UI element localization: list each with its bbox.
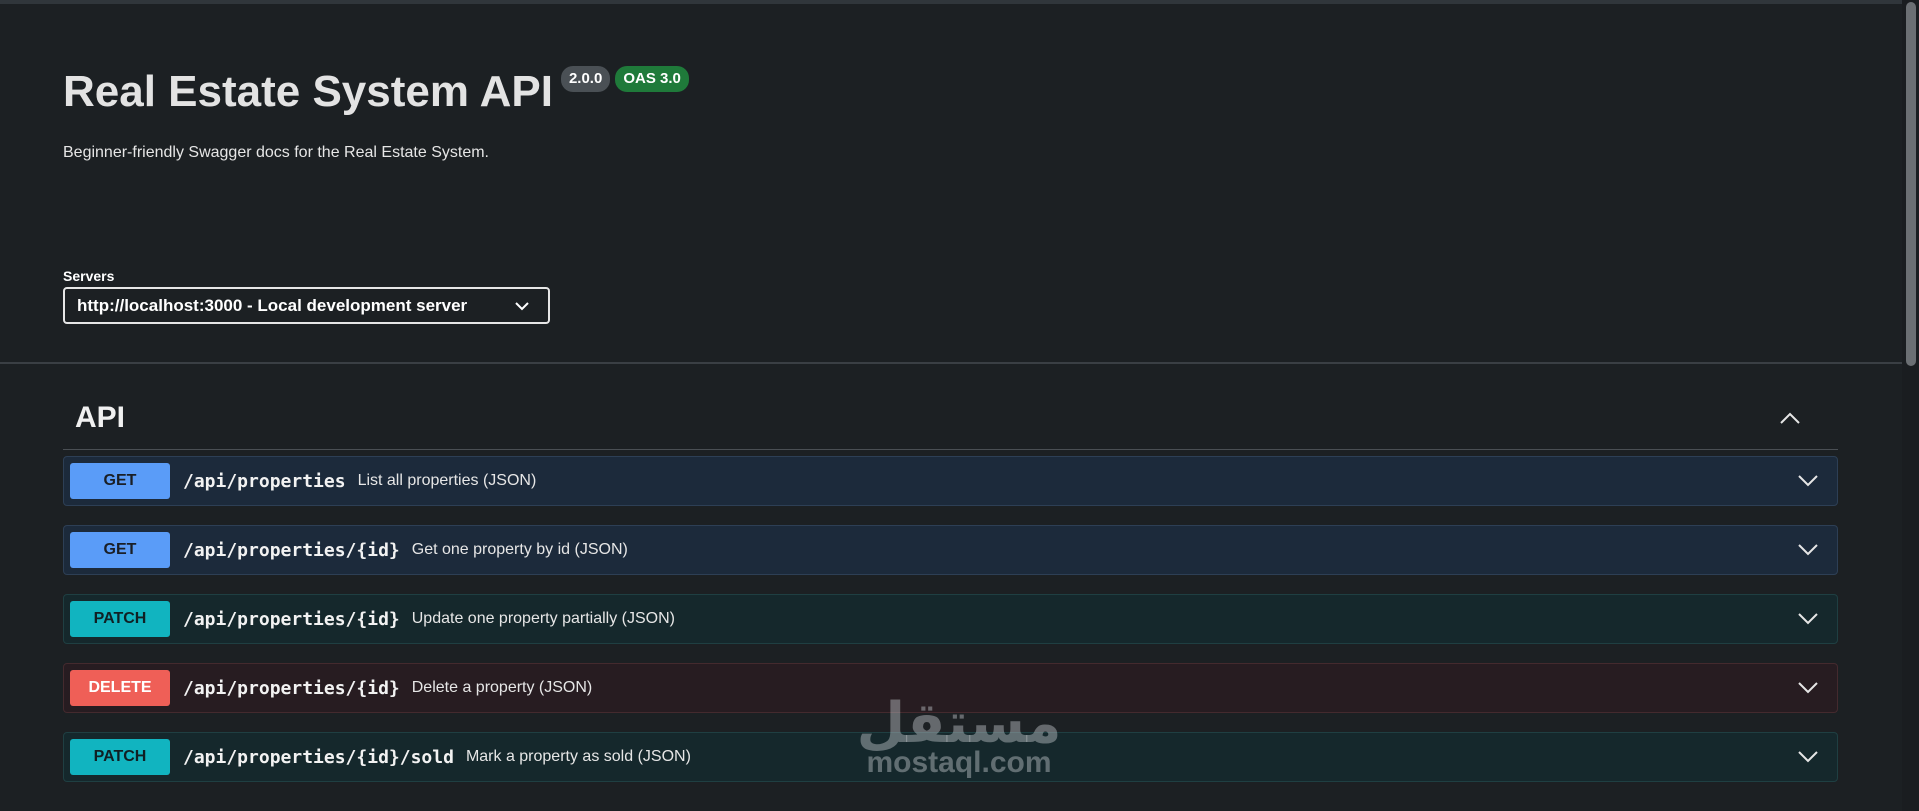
chevron-down-icon[interactable] [1793, 673, 1823, 703]
operation-path: /api/properties/{id} [183, 608, 400, 630]
method-badge: GET [70, 463, 170, 499]
operation-get-properties[interactable]: GET /api/properties List all properties … [63, 456, 1838, 506]
page-title: Real Estate System API [63, 67, 553, 116]
operations-list: GET /api/properties List all properties … [63, 456, 1838, 782]
api-description: Beginner-friendly Swagger docs for the R… [63, 144, 489, 161]
chevron-down-icon[interactable] [1793, 466, 1823, 496]
server-select-value: http://localhost:3000 - Local developmen… [77, 295, 468, 315]
operation-summary: List all properties (JSON) [357, 472, 537, 489]
method-badge: GET [70, 532, 170, 568]
section-header[interactable]: API [63, 386, 1838, 450]
section-divider [0, 362, 1902, 364]
method-badge: DELETE [70, 670, 170, 706]
operation-path: /api/properties/{id}/sold [183, 746, 454, 768]
operation-summary: Get one property by id (JSON) [411, 541, 628, 558]
chevron-down-icon [514, 296, 530, 316]
top-border [0, 0, 1902, 4]
scrollbar[interactable] [1902, 0, 1919, 811]
chevron-down-icon[interactable] [1793, 604, 1823, 634]
operation-path: /api/properties/{id} [183, 677, 400, 699]
operation-patch-property-sold[interactable]: PATCH /api/properties/{id}/sold Mark a p… [63, 732, 1838, 782]
operation-patch-property[interactable]: PATCH /api/properties/{id} Update one pr… [63, 594, 1838, 644]
operation-delete-property[interactable]: DELETE /api/properties/{id} Delete a pro… [63, 663, 1838, 713]
api-info: Real Estate System API 2.0.0 OAS 3.0 Beg… [63, 62, 689, 162]
api-section: API GET /api/properties List all propert… [63, 386, 1838, 782]
operation-summary: Mark a property as sold (JSON) [465, 748, 691, 765]
operation-summary: Delete a property (JSON) [411, 679, 593, 696]
method-badge: PATCH [70, 739, 170, 775]
operation-summary: Update one property partially (JSON) [411, 610, 675, 627]
chevron-up-icon[interactable] [1770, 398, 1810, 438]
method-badge: PATCH [70, 601, 170, 637]
operation-path: /api/properties/{id} [183, 539, 400, 561]
title-row: Real Estate System API 2.0.0 OAS 3.0 [63, 62, 689, 122]
servers-label: Servers [63, 268, 115, 284]
server-select[interactable]: http://localhost:3000 - Local developmen… [63, 287, 550, 324]
oas-badge: OAS 3.0 [615, 66, 689, 92]
version-badge: 2.0.0 [560, 66, 611, 92]
section-title: API [75, 400, 126, 434]
operation-path: /api/properties [183, 470, 346, 492]
chevron-down-icon[interactable] [1793, 742, 1823, 772]
chevron-down-icon[interactable] [1793, 535, 1823, 565]
operation-get-property-by-id[interactable]: GET /api/properties/{id} Get one propert… [63, 525, 1838, 575]
servers-block: Servers http://localhost:3000 - Local de… [63, 268, 550, 324]
swagger-page: Real Estate System API 2.0.0 OAS 3.0 Beg… [0, 0, 1919, 811]
scrollbar-thumb[interactable] [1906, 2, 1916, 366]
